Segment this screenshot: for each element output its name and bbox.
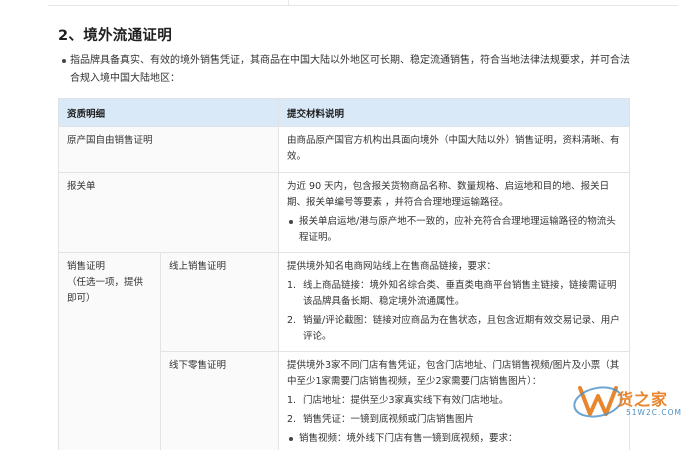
list-item: 1. 线上商品链接：境外知名综合类、垂直类电商平台销售主链接，链接需证明该品牌具… — [287, 280, 617, 307]
table-row: 报关单 为近 90 天内，包含报关货物商品名称、数量规格、启运地和目的地、报关日… — [57, 172, 631, 253]
row-desc-origin: 由商品原产国官方机构出具面向境外（中国大陆以外）销售证明，资料清晰、有效。 — [278, 126, 631, 173]
row-desc-customs: 为近 90 天内，包含报关货物商品名称、数量规格、启运地和目的地、报关日期、报关… — [278, 172, 631, 253]
table-header-row: 资质明细 提交材料说明 — [57, 98, 631, 127]
watermark-site: 51W2C.COM — [626, 408, 682, 417]
offline-bullet: 销售视频：境外线下门店有售一镜到底视频，要求： — [287, 431, 621, 447]
watermark-brand: 货之家 — [617, 390, 669, 409]
row-label-online: 线上销售证明 — [159, 252, 280, 352]
sales-note: （任选一项，提供即可） — [67, 277, 144, 304]
intro-paragraph: 指品牌具备真实、有效的境外销售凭证，其商品在中国大陆以外地区可长期、稳定流通销售… — [58, 52, 638, 88]
sales-label: 销售证明 — [67, 261, 106, 272]
top-divider — [48, 0, 678, 6]
header-qualification: 资质明细 — [57, 98, 280, 127]
row-label-customs: 报关单 — [57, 172, 280, 253]
bullet-icon — [62, 59, 66, 63]
offline-desc-text: 提供境外3家不同门店有售凭证，包含门店地址、门店销售视频/图片及小票（其中至少1… — [287, 360, 620, 387]
online-desc-text: 提供境外知名电商网站线上在售商品链接，要求： — [287, 261, 497, 272]
requirements-table: 资质明细 提交材料说明 原产国自由销售证明 由商品原产国官方机构出具面向境外（中… — [57, 98, 631, 450]
table-row: 销售证明 （任选一项，提供即可） 线上销售证明 提供境外知名电商网站线上在售商品… — [58, 252, 631, 450]
customs-bullet: 报关单启运地/港与原产地不一致的，应补充符合合理地理运输路径的物流头程证明。 — [287, 214, 621, 246]
list-item: 1. 门店地址：提供至少3家真实线下有效门店地址。 — [287, 395, 509, 406]
row-label-offline: 线下零售证明 — [159, 351, 280, 450]
table-row: 原产国自由销售证明 由商品原产国官方机构出具面向境外（中国大陆以外）销售证明，资… — [57, 126, 631, 173]
customs-desc-text: 为近 90 天内，包含报关货物商品名称、数量规格、启运地和目的地、报关日期、报关… — [287, 181, 610, 208]
header-materials: 提交材料说明 — [278, 98, 631, 127]
section-heading: 2、境外流通证明 — [58, 28, 172, 44]
list-item: 2. 销量/评论截图：链接对应商品为在售状态，且包含近期有效交易记录、用户评论。 — [287, 315, 620, 342]
list-item: 2. 销售凭证：一镜到底视频或门店销售图片 — [287, 414, 475, 425]
row-label-sales: 销售证明 （任选一项，提供即可） — [58, 252, 161, 450]
row-desc-online: 提供境外知名电商网站线上在售商品链接，要求： 1. 线上商品链接：境外知名综合类… — [278, 252, 631, 352]
intro-text: 指品牌具备真实、有效的境外销售凭证，其商品在中国大陆以外地区可长期、稳定流通销售… — [70, 55, 630, 84]
row-label-origin: 原产国自由销售证明 — [57, 126, 280, 173]
